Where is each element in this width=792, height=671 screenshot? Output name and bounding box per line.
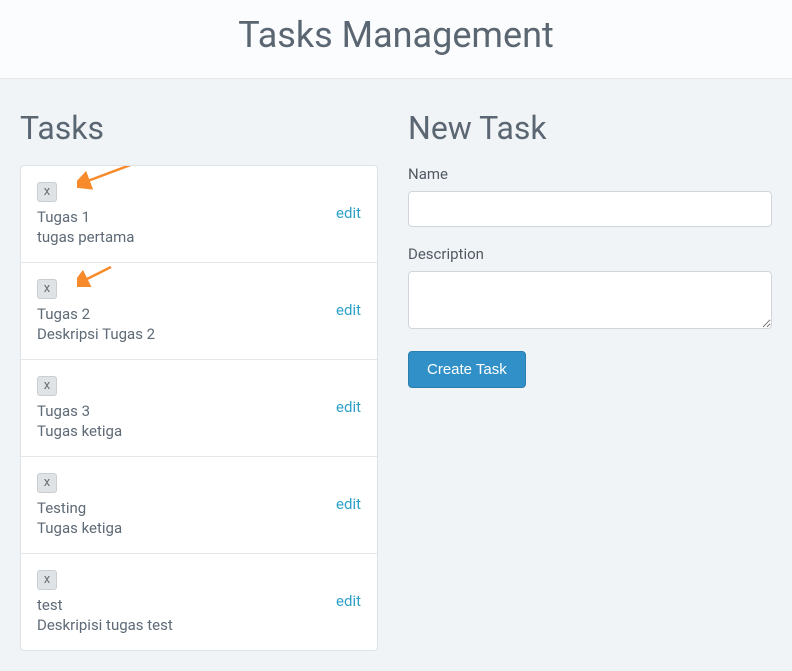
task-item: x test Deskripisi tugas test edit bbox=[21, 554, 377, 650]
task-item: x Tugas 3 Tugas ketiga edit bbox=[21, 360, 377, 457]
delete-button[interactable]: x bbox=[37, 473, 57, 493]
delete-button[interactable]: x bbox=[37, 182, 57, 202]
task-description: tugas pertama bbox=[37, 228, 361, 246]
task-item: x Testing Tugas ketiga edit bbox=[21, 457, 377, 554]
tasks-section-title: Tasks bbox=[20, 109, 378, 147]
task-name: Tugas 3 bbox=[37, 402, 361, 420]
edit-link[interactable]: edit bbox=[336, 592, 361, 610]
edit-link[interactable]: edit bbox=[336, 301, 361, 319]
task-description: Deskripsi Tugas 2 bbox=[37, 325, 361, 343]
arrow-annotation-icon bbox=[77, 165, 137, 190]
task-list: x Tugas 1 tugas pertama edit x Tugas 2 D… bbox=[20, 165, 378, 651]
description-label: Description bbox=[408, 245, 772, 263]
task-description: Tugas ketiga bbox=[37, 422, 361, 440]
task-item: x Tugas 2 Deskripsi Tugas 2 edit bbox=[21, 263, 377, 360]
create-task-button[interactable]: Create Task bbox=[408, 351, 526, 388]
edit-link[interactable]: edit bbox=[336, 495, 361, 513]
name-label: Name bbox=[408, 165, 772, 183]
main-container: Tasks x Tugas 1 tugas pertama edit x Tug… bbox=[0, 79, 792, 671]
task-description: Tugas ketiga bbox=[37, 519, 361, 537]
description-textarea[interactable] bbox=[408, 271, 772, 329]
new-task-title: New Task bbox=[408, 109, 772, 147]
name-input[interactable] bbox=[408, 191, 772, 227]
task-item: x Tugas 1 tugas pertama edit bbox=[21, 166, 377, 263]
new-task-column: New Task Name Description Create Task bbox=[408, 109, 772, 651]
page-title: Tasks Management bbox=[0, 14, 792, 56]
description-form-group: Description bbox=[408, 245, 772, 333]
name-form-group: Name bbox=[408, 165, 772, 227]
delete-button[interactable]: x bbox=[37, 279, 57, 299]
page-header: Tasks Management bbox=[0, 0, 792, 79]
task-name: Tugas 1 bbox=[37, 208, 361, 226]
task-name: Testing bbox=[37, 499, 361, 517]
arrow-annotation-icon bbox=[77, 263, 117, 287]
edit-link[interactable]: edit bbox=[336, 398, 361, 416]
delete-button[interactable]: x bbox=[37, 570, 57, 590]
task-name: Tugas 2 bbox=[37, 305, 361, 323]
edit-link[interactable]: edit bbox=[336, 204, 361, 222]
tasks-column: Tasks x Tugas 1 tugas pertama edit x Tug… bbox=[20, 109, 378, 651]
task-description: Deskripisi tugas test bbox=[37, 616, 361, 634]
delete-button[interactable]: x bbox=[37, 376, 57, 396]
